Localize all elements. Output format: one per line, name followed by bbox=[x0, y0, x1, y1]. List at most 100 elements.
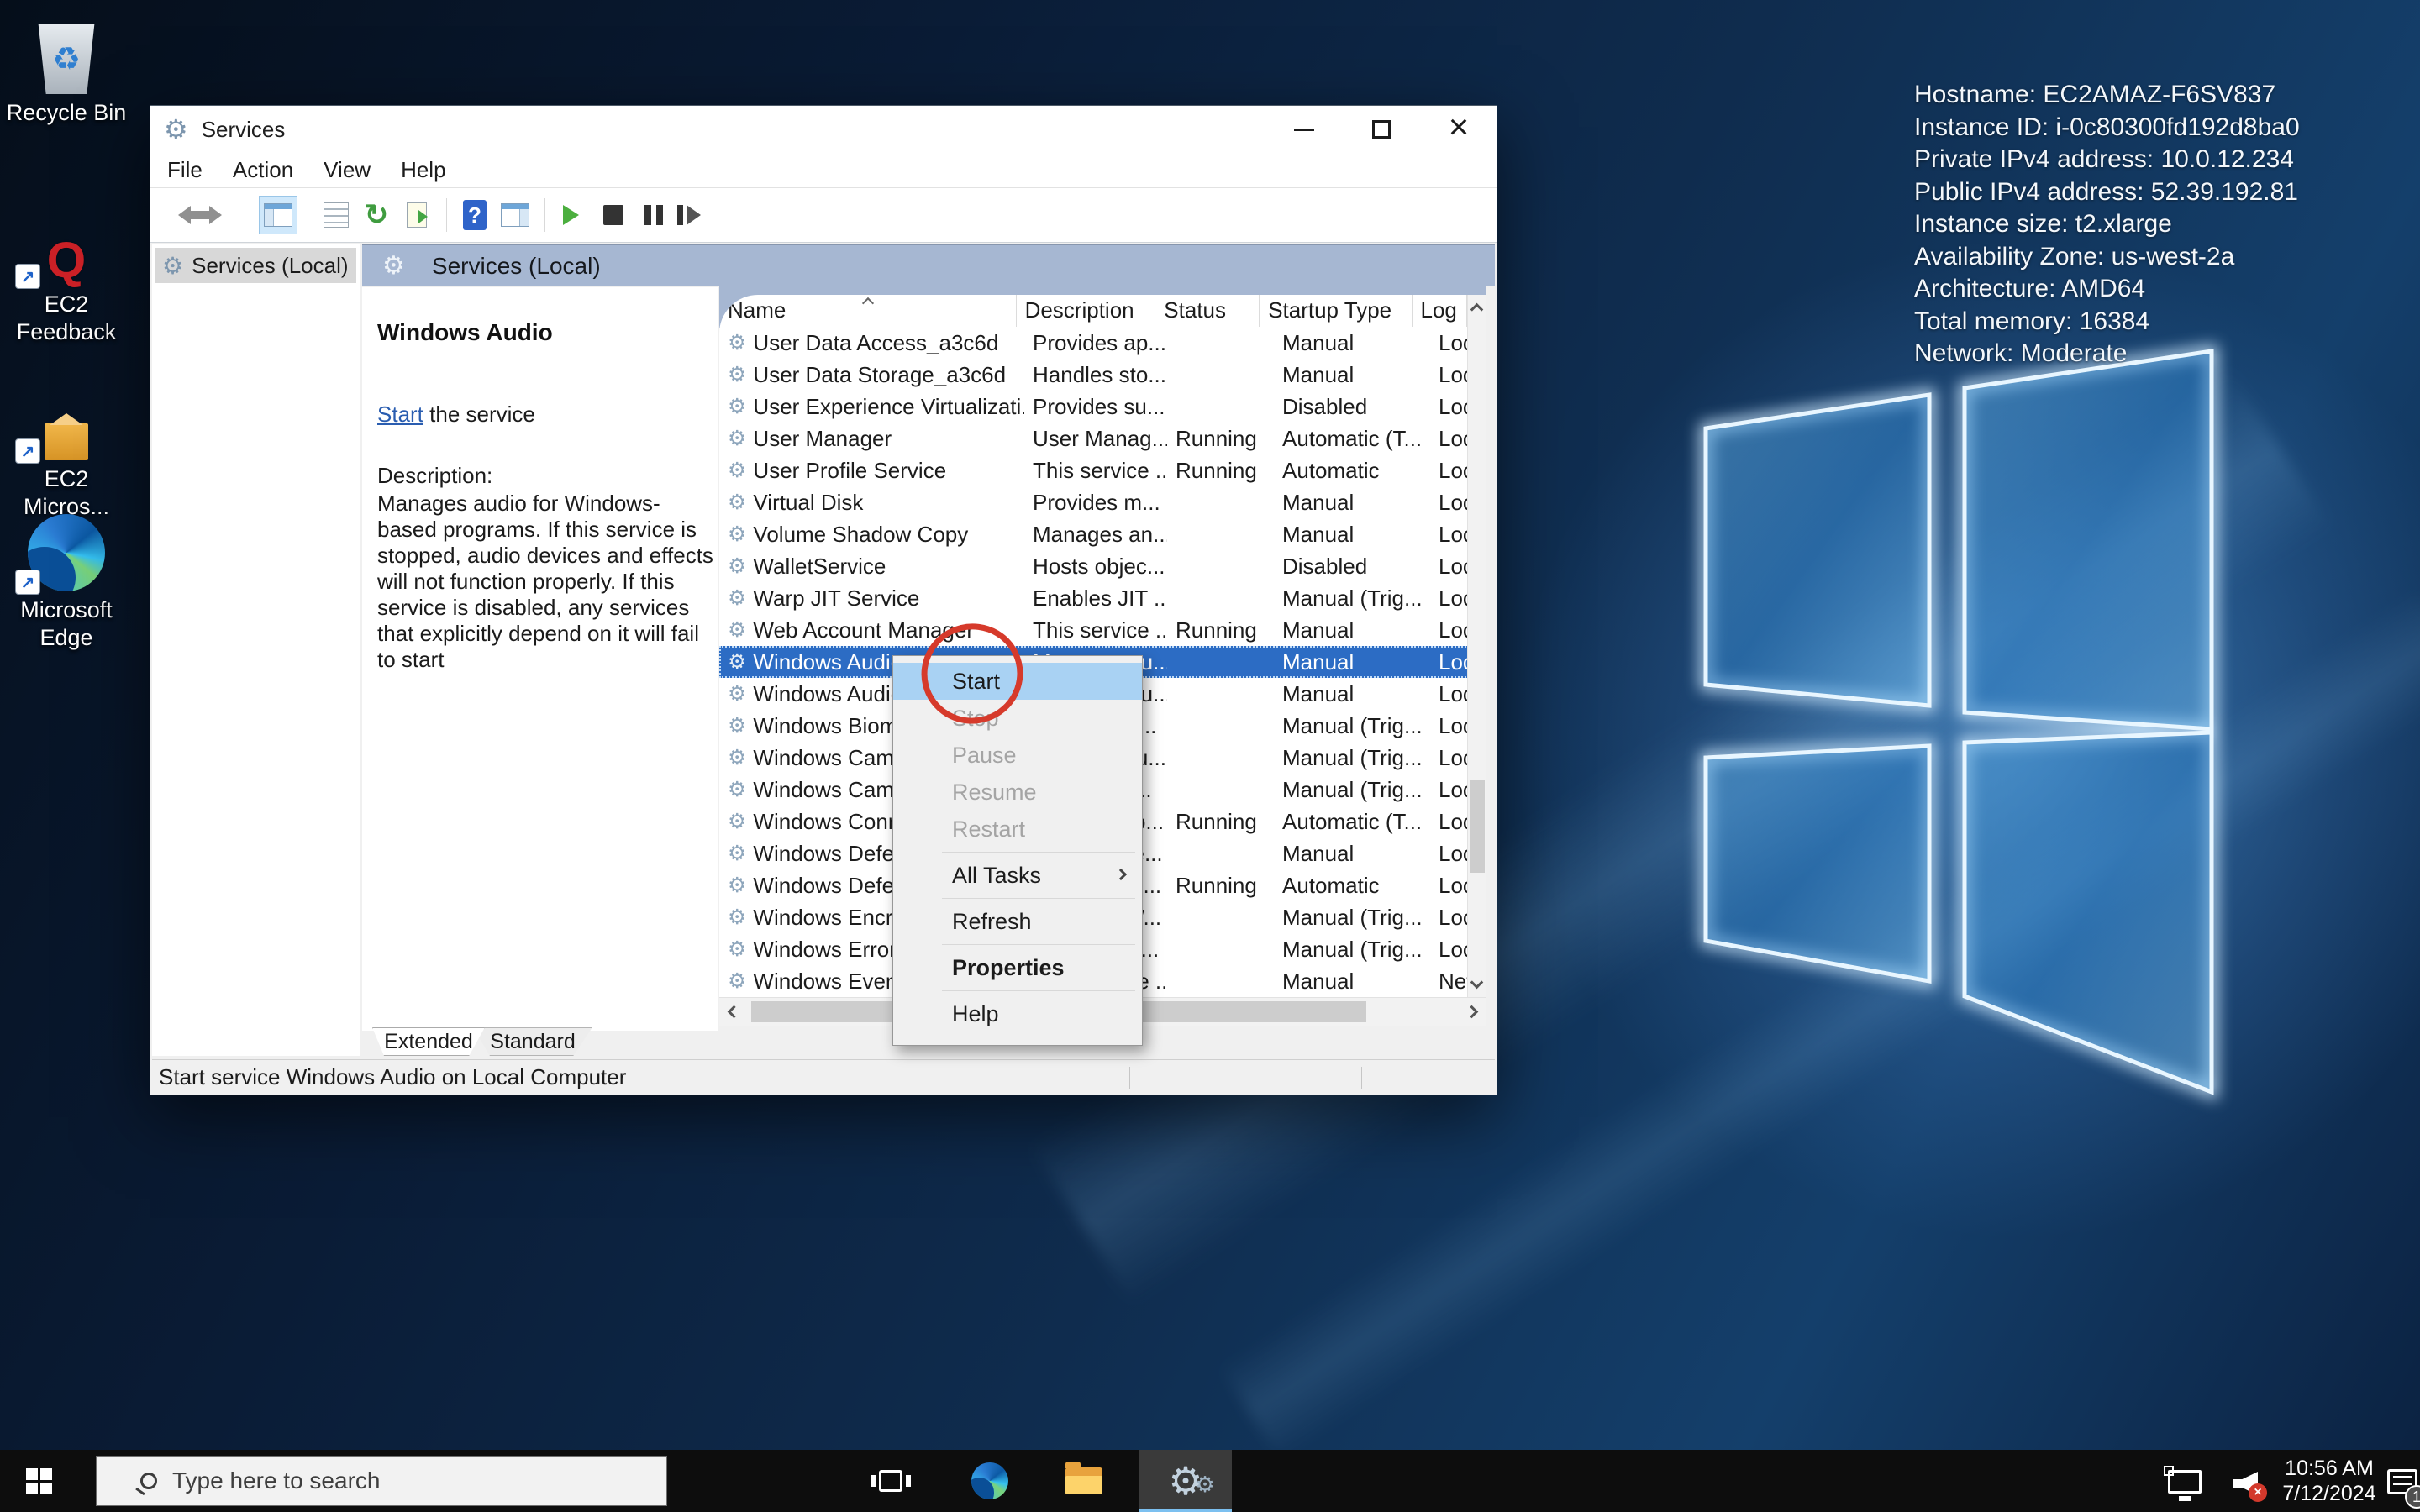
services-window: ⚙ Services × FileActionViewHelp ↻? ⚙ Ser… bbox=[150, 105, 1497, 1095]
file-explorer-button[interactable] bbox=[1052, 1450, 1116, 1512]
tab-standard[interactable]: Standard bbox=[473, 1027, 592, 1056]
context-menu-item-all-tasks[interactable]: All Tasks bbox=[893, 857, 1142, 894]
refresh-icon: ↻ bbox=[365, 201, 389, 229]
service-row[interactable]: ⚙User ManagerUser Manag...RunningAutomat… bbox=[719, 423, 1486, 454]
context-menu-item-refresh[interactable]: Refresh bbox=[893, 903, 1142, 940]
help-button[interactable]: ? bbox=[455, 196, 494, 234]
close-button[interactable]: × bbox=[1431, 111, 1486, 148]
service-status-cell bbox=[1167, 518, 1274, 550]
service-status-cell bbox=[1167, 391, 1274, 423]
back-button[interactable] bbox=[160, 196, 199, 234]
network-tray-button[interactable] bbox=[2161, 1463, 2208, 1500]
export-list-button[interactable] bbox=[397, 196, 436, 234]
desktop-icon-edge[interactable]: ↗Microsoft Edge bbox=[3, 511, 129, 652]
scroll-down-icon[interactable] bbox=[1470, 976, 1484, 990]
vertical-scroll-thumb[interactable] bbox=[1470, 780, 1485, 873]
ec2-info-line: Architecture: AMD64 bbox=[1914, 273, 2300, 306]
start-button[interactable] bbox=[0, 1450, 77, 1512]
taskbar-search[interactable] bbox=[96, 1456, 667, 1506]
task-view-icon bbox=[879, 1470, 902, 1492]
service-gear-icon: ⚙ bbox=[728, 458, 746, 483]
task-view-button[interactable] bbox=[859, 1450, 923, 1512]
minimize-button[interactable] bbox=[1276, 111, 1332, 148]
restart-service-button[interactable] bbox=[675, 196, 713, 234]
service-gear-icon: ⚙ bbox=[728, 713, 746, 738]
maximize-button[interactable] bbox=[1354, 111, 1409, 148]
show-action-pane-button[interactable] bbox=[496, 196, 534, 234]
search-icon bbox=[140, 1473, 157, 1489]
scroll-left-icon[interactable] bbox=[728, 1005, 741, 1019]
search-input[interactable] bbox=[171, 1467, 641, 1495]
service-name: User Experience Virtualizati... bbox=[753, 394, 1024, 420]
pane-header-icon: ⚙ bbox=[382, 251, 405, 281]
service-gear-icon: ⚙ bbox=[728, 617, 746, 643]
ec2-info-line: Total memory: 16384 bbox=[1914, 306, 2300, 339]
desktop-icon-recycle-bin[interactable]: ♻Recycle Bin bbox=[3, 13, 129, 127]
forward-button[interactable] bbox=[201, 196, 239, 234]
pause-service-button[interactable] bbox=[634, 196, 673, 234]
service-name: User Manager bbox=[753, 426, 892, 452]
desktop-icon-ec2-microsoft[interactable]: ↗EC2 Micros... bbox=[3, 380, 129, 521]
ec2-info-line: Availability Zone: us-west-2a bbox=[1914, 241, 2300, 274]
services-taskbar-button[interactable]: ⚙⚙ bbox=[1139, 1450, 1232, 1512]
tab-extended[interactable]: Extended bbox=[372, 1027, 485, 1056]
scroll-right-icon[interactable] bbox=[1465, 1005, 1479, 1019]
service-name: Windows Conn bbox=[753, 809, 900, 835]
scroll-up-icon[interactable] bbox=[1470, 303, 1484, 317]
service-name-cell: ⚙Warp JIT Service bbox=[719, 582, 1024, 614]
desktop-icon-ec2-feedback[interactable]: Q↗EC2 Feedback bbox=[3, 205, 129, 346]
context-menu-item-properties[interactable]: Properties bbox=[893, 949, 1142, 986]
service-row[interactable]: ⚙User Profile ServiceThis service ...Run… bbox=[719, 454, 1486, 486]
service-gear-icon: ⚙ bbox=[728, 969, 746, 994]
service-name-cell: ⚙Virtual Disk bbox=[719, 486, 1024, 518]
start-service-link[interactable]: Start bbox=[377, 402, 424, 427]
service-row[interactable]: ⚙User Data Access_a3c6dProvides ap...Man… bbox=[719, 327, 1486, 359]
service-row[interactable]: ⚙Volume Shadow CopyManages an...ManualLo… bbox=[719, 518, 1486, 550]
edge-taskbar-button[interactable] bbox=[958, 1450, 1022, 1512]
volume-tray-button[interactable]: × bbox=[2222, 1465, 2269, 1502]
column-header-startup-type[interactable]: Startup Type bbox=[1260, 295, 1412, 327]
menu-file[interactable]: File bbox=[167, 157, 203, 183]
tree-item-services-local[interactable]: ⚙ Services (Local) bbox=[155, 248, 356, 283]
service-row[interactable]: ⚙User Experience Virtualizati...Provides… bbox=[719, 391, 1486, 423]
vertical-scrollbar[interactable] bbox=[1467, 295, 1486, 997]
service-status-cell: Running bbox=[1167, 806, 1274, 837]
service-status-cell bbox=[1167, 359, 1274, 391]
service-name: User Data Access_a3c6d bbox=[753, 330, 998, 356]
context-menu-item-label: Refresh bbox=[952, 909, 1032, 935]
properties-button[interactable] bbox=[317, 196, 355, 234]
column-header-status[interactable]: Status bbox=[1155, 295, 1260, 327]
action-center-button[interactable]: 1 bbox=[2385, 1463, 2420, 1500]
context-menu-item-label: Start bbox=[952, 669, 1000, 695]
service-row[interactable]: ⚙User Data Storage_a3c6dHandles sto...Ma… bbox=[719, 359, 1486, 391]
menu-view[interactable]: View bbox=[324, 157, 371, 183]
service-startup-cell: Disabled bbox=[1274, 391, 1430, 423]
recycle-bin-icon: ♻ bbox=[3, 13, 129, 94]
service-startup-cell: Manual bbox=[1274, 837, 1430, 869]
close-icon: × bbox=[1449, 109, 1470, 144]
service-row[interactable]: ⚙Virtual DiskProvides m...ManualLoca bbox=[719, 486, 1486, 518]
context-menu-item-help[interactable]: Help bbox=[893, 995, 1142, 1032]
service-row[interactable]: ⚙WalletServiceHosts objec...DisabledLoca bbox=[719, 550, 1486, 582]
start-service-button[interactable] bbox=[554, 196, 592, 234]
ec2-info-line: Public IPv4 address: 52.39.192.81 bbox=[1914, 176, 2300, 209]
taskbar: ⚙⚙ × 10:56 AM 7/12/2024 1 bbox=[0, 1450, 2420, 1512]
service-name: Virtual Disk bbox=[753, 490, 863, 516]
status-bar-text: Start service Windows Audio on Local Com… bbox=[159, 1064, 626, 1090]
context-menu-item-start[interactable]: Start bbox=[893, 663, 1142, 700]
menu-action[interactable]: Action bbox=[233, 157, 293, 183]
column-header-description[interactable]: Description bbox=[1017, 295, 1156, 327]
stop-service-button[interactable] bbox=[594, 196, 633, 234]
service-status-cell bbox=[1167, 582, 1274, 614]
show-console-tree-button[interactable] bbox=[259, 196, 297, 234]
service-row[interactable]: ⚙Web Account ManagerThis service ...Runn… bbox=[719, 614, 1486, 646]
service-row[interactable]: ⚙Warp JIT ServiceEnables JIT ...Manual (… bbox=[719, 582, 1486, 614]
service-gear-icon: ⚙ bbox=[728, 937, 746, 962]
menu-help[interactable]: Help bbox=[401, 157, 445, 183]
refresh-button[interactable]: ↻ bbox=[357, 196, 396, 234]
clock-date: 7/12/2024 bbox=[2282, 1481, 2375, 1506]
column-header-log[interactable]: Log bbox=[1413, 295, 1468, 327]
service-name: Web Account Manager bbox=[753, 617, 974, 643]
service-name: Windows Biome bbox=[753, 713, 909, 739]
taskbar-clock[interactable]: 10:56 AM 7/12/2024 bbox=[2274, 1455, 2385, 1507]
